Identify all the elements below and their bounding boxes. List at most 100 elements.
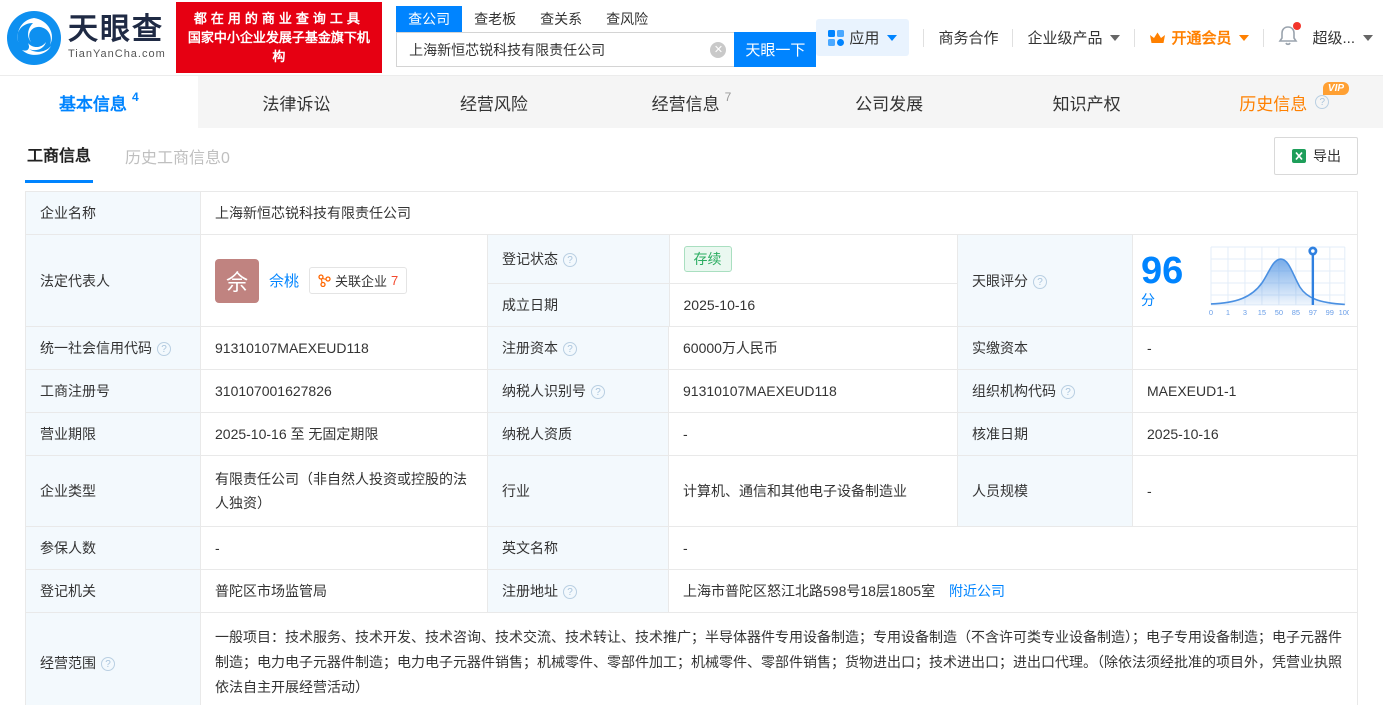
score-axis-ticks: 0 1 3 15 50 85 97 99 100 — [1209, 307, 1349, 316]
help-icon[interactable]: ? — [1033, 274, 1047, 289]
tianyan-score[interactable]: 96分 0 1 3 15 50 85 97 99 10 — [1141, 241, 1349, 321]
slogan-line2: 国家中小企业发展子基金旗下机构 — [187, 30, 370, 64]
company-name-label: 企业名称 — [25, 191, 201, 235]
export-label: 导出 — [1313, 147, 1341, 164]
help-icon[interactable]: ? — [1061, 385, 1075, 399]
table-row: 参保人数 - 英文名称 - — [25, 526, 1358, 570]
business-cooperation-link[interactable]: 商务合作 — [938, 27, 998, 48]
search-tab-company[interactable]: 查公司 — [396, 6, 463, 32]
search-input[interactable] — [409, 41, 711, 58]
table-row: 工商注册号 310107001627826 纳税人识别号? 91310107MA… — [25, 369, 1358, 413]
top-header: 天眼查 TianYanCha.com 都在用的商业查询工具 国家中小企业发展子基… — [0, 0, 1383, 75]
tab-operation-info-count: 7 — [724, 90, 732, 104]
user-account-menu[interactable]: 超级... — [1312, 27, 1373, 48]
clear-search-icon[interactable]: ✕ — [710, 41, 727, 58]
industry-value: 计算机、通信和其他电子设备制造业 — [668, 455, 958, 527]
reg-authority-value: 普陀区市场监管局 — [200, 569, 488, 613]
help-icon[interactable]: ? — [563, 253, 577, 267]
score-unit: 分 — [1141, 291, 1155, 308]
table-row: 企业类型 有限责任公司（非自然人投资或控股的法人独资） 行业 计算机、通信和其他… — [25, 455, 1358, 527]
credit-code-value: 91310107MAEXEUD118 — [200, 326, 488, 370]
related-companies-label: 关联企业 — [335, 274, 388, 289]
help-icon[interactable]: ? — [591, 385, 605, 399]
export-button[interactable]: 导出 — [1274, 136, 1358, 175]
legal-rep-label: 法定代表人 — [25, 234, 201, 327]
tab-operation-info[interactable]: 经营信息 7 — [593, 76, 791, 128]
tab-history-info[interactable]: VIP 历史信息 ? — [1185, 76, 1383, 128]
score-label: 天眼评分? — [957, 234, 1133, 327]
vip-badge: VIP — [1322, 82, 1350, 95]
org-code-label: 组织机构代码? — [957, 369, 1133, 413]
main-tabbar: 基本信息 4 法律诉讼 经营风险 经营信息 7 公司发展 知识产权 VIP 历史… — [0, 75, 1383, 128]
tab-operation-risk[interactable]: 经营风险 — [395, 76, 593, 128]
search-tab-boss[interactable]: 查老板 — [462, 6, 528, 32]
notification-bell[interactable] — [1278, 21, 1302, 51]
svg-text:85: 85 — [1292, 307, 1300, 316]
org-code-value: MAEXEUD1-1 — [1132, 369, 1358, 413]
search-tabs: 查公司 查老板 查关系 查风险 — [396, 6, 816, 32]
search-input-wrap: ✕ — [396, 32, 735, 67]
slogan-banner: 都在用的商业查询工具 国家中小企业发展子基金旗下机构 — [175, 2, 383, 73]
table-row: 营业期限 2025-10-16 至 无固定期限 纳税人资质 - 核准日期 202… — [25, 412, 1358, 456]
est-date-label: 成立日期 — [488, 283, 670, 326]
status-badge[interactable]: 存续 — [683, 246, 732, 272]
header-nav: 应用 商务合作 企业级产品 开通会员 超级... — [816, 19, 1373, 56]
tianyancha-logo[interactable]: 天眼查 TianYanCha.com — [6, 10, 166, 66]
business-scope-value: 一般项目：技术服务、技术开发、技术咨询、技术交流、技术转让、技术推广；半导体器件… — [200, 612, 1358, 705]
svg-text:97: 97 — [1309, 307, 1317, 316]
divider — [1012, 28, 1014, 47]
enterprise-product-menu[interactable]: 企业级产品 — [1027, 27, 1121, 48]
company-type-value: 有限责任公司（非自然人投资或控股的法人独资） — [200, 455, 488, 527]
reg-number-label: 工商注册号 — [25, 369, 201, 413]
legal-rep-avatar[interactable]: 佘 — [215, 258, 259, 303]
business-scope-label: 经营范围? — [25, 612, 201, 705]
help-icon[interactable]: ? — [1315, 95, 1330, 109]
svg-text:15: 15 — [1258, 307, 1266, 316]
tab-intellectual-property[interactable]: 知识产权 — [988, 76, 1186, 128]
table-row: 登记机关 普陀区市场监管局 注册地址? 上海市普陀区怒江北路598号18层180… — [25, 569, 1358, 613]
english-name-value: - — [668, 526, 1358, 570]
crown-icon — [1150, 32, 1166, 43]
company-type-label: 企业类型 — [25, 455, 201, 527]
svg-text:1: 1 — [1226, 307, 1230, 316]
subtab-business-info[interactable]: 工商信息 — [25, 128, 94, 183]
est-date-value: 2025-10-16 — [669, 283, 957, 326]
tab-legal-proceedings[interactable]: 法律诉讼 — [198, 76, 396, 128]
svg-text:3: 3 — [1243, 307, 1247, 316]
logo-brand-text: 天眼查 — [68, 13, 164, 46]
search-tab-risk[interactable]: 查风险 — [594, 6, 660, 32]
enterprise-product-label: 企业级产品 — [1027, 30, 1103, 47]
legal-rep-name-link[interactable]: 佘桃 — [269, 270, 299, 291]
help-icon[interactable]: ? — [563, 342, 577, 356]
open-vip-menu[interactable]: 开通会员 — [1149, 27, 1250, 48]
tab-operation-info-label: 经营信息 — [651, 94, 720, 114]
related-companies-count: 7 — [391, 273, 399, 288]
related-companies-badge[interactable]: 关联企业 7 — [309, 267, 408, 294]
reg-address-label: 注册地址? — [487, 569, 669, 613]
table-row: 统一社会信用代码? 91310107MAEXEUD118 注册资本? 60000… — [25, 326, 1358, 370]
subtab-history-business-info[interactable]: 历史工商信息0 — [123, 130, 232, 182]
approval-date-value: 2025-10-16 — [1132, 412, 1358, 456]
reg-status-label: 登记状态? — [488, 235, 670, 284]
reg-number-value: 310107001627826 — [200, 369, 488, 413]
reg-authority-label: 登记机关 — [25, 569, 201, 613]
tab-company-development[interactable]: 公司发展 — [790, 76, 988, 128]
taxpayer-id-value: 91310107MAEXEUD118 — [668, 369, 958, 413]
svg-text:0: 0 — [1209, 307, 1213, 316]
tianyancha-logo-icon — [7, 10, 61, 65]
open-vip-label: 开通会员 — [1171, 30, 1232, 47]
tab-basic-info[interactable]: 基本信息 4 — [0, 76, 198, 128]
svg-text:100: 100 — [1339, 307, 1349, 316]
staff-size-value: - — [1132, 455, 1358, 527]
staff-size-label: 人员规模 — [957, 455, 1133, 527]
search-button[interactable]: 天眼一下 — [734, 32, 817, 67]
help-icon[interactable]: ? — [101, 656, 115, 671]
insured-count-value: - — [200, 526, 488, 570]
help-icon[interactable]: ? — [563, 585, 577, 599]
tab-operation-risk-label: 经营风险 — [459, 94, 528, 114]
apps-menu[interactable]: 应用 — [816, 19, 910, 56]
nearby-companies-link[interactable]: 附近公司 — [949, 583, 1005, 599]
help-icon[interactable]: ? — [157, 342, 171, 356]
search-tab-relation[interactable]: 查关系 — [528, 6, 594, 32]
reg-capital-value: 60000万人民币 — [668, 326, 958, 370]
